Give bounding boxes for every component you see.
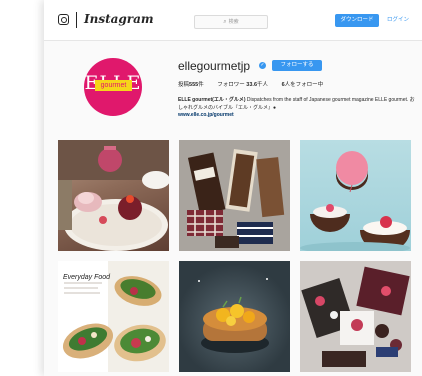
bio-link[interactable]: www.elle.co.jp/gourmet (178, 112, 418, 120)
bonbons-photo (300, 261, 411, 372)
verified-badge-icon: ✓ (259, 62, 266, 69)
screenshot-stage: Instagram ⌕検索 ダウンロード ログイン ELLE gourmet e… (0, 0, 422, 376)
citrus-tart-photo (198, 278, 269, 353)
post-thumbnail-bonbons[interactable] (300, 261, 411, 372)
follow-button[interactable]: フォローする (272, 60, 322, 71)
post-thumbnail-tacos[interactable]: Everyday Food (58, 261, 169, 372)
posts-count: 投稿555件 (178, 82, 204, 88)
browser-window: Instagram ⌕検索 ダウンロード ログイン ELLE gourmet e… (44, 0, 422, 376)
following-count[interactable]: 6人をフォロー中 (282, 82, 324, 88)
top-navigation-bar: Instagram ⌕ 検索 ダウンロード ログイン (44, 0, 422, 41)
search-placeholder: 検索 (228, 19, 239, 25)
post-thumbnail-afternoon-tea[interactable] (58, 140, 169, 251)
search-input[interactable]: ⌕ 検索 (194, 15, 268, 29)
profile-stats: 投稿555件 フォロワー 33.6千人 6人をフォロー中 (178, 80, 335, 88)
chocolate-bars-photo (179, 140, 290, 251)
search-icon: ⌕ (223, 19, 227, 25)
post-thumbnail-chocolate-bars[interactable] (179, 140, 290, 251)
tacos-photo: Everyday Food (58, 261, 166, 372)
profile-username: ellegourmetjp (178, 59, 251, 73)
header-divider (76, 12, 77, 28)
bio-name: ELLE gourmet(エル・グルメ) (178, 97, 246, 103)
avatar[interactable]: ELLE gourmet (84, 58, 142, 116)
tacos-caption: Everyday Food (63, 274, 111, 281)
post-thumbnail-citrus-tart[interactable] (179, 261, 290, 372)
post-thumbnail-chocolate-cups[interactable] (300, 140, 411, 251)
chocolate-cups-photo (300, 151, 410, 251)
login-link[interactable]: ログイン (387, 14, 409, 27)
download-button[interactable]: ダウンロード (335, 14, 379, 27)
instagram-wordmark[interactable]: Instagram (84, 12, 154, 26)
afternoon-tea-photo (58, 140, 169, 251)
followers-count[interactable]: フォロワー 33.6千人 (217, 82, 268, 88)
instagram-camera-icon[interactable] (58, 14, 69, 25)
avatar-sub-label: gourmet (95, 80, 132, 91)
profile-bio: ELLE gourmet(エル・グルメ) Dispatches from the… (178, 97, 418, 120)
